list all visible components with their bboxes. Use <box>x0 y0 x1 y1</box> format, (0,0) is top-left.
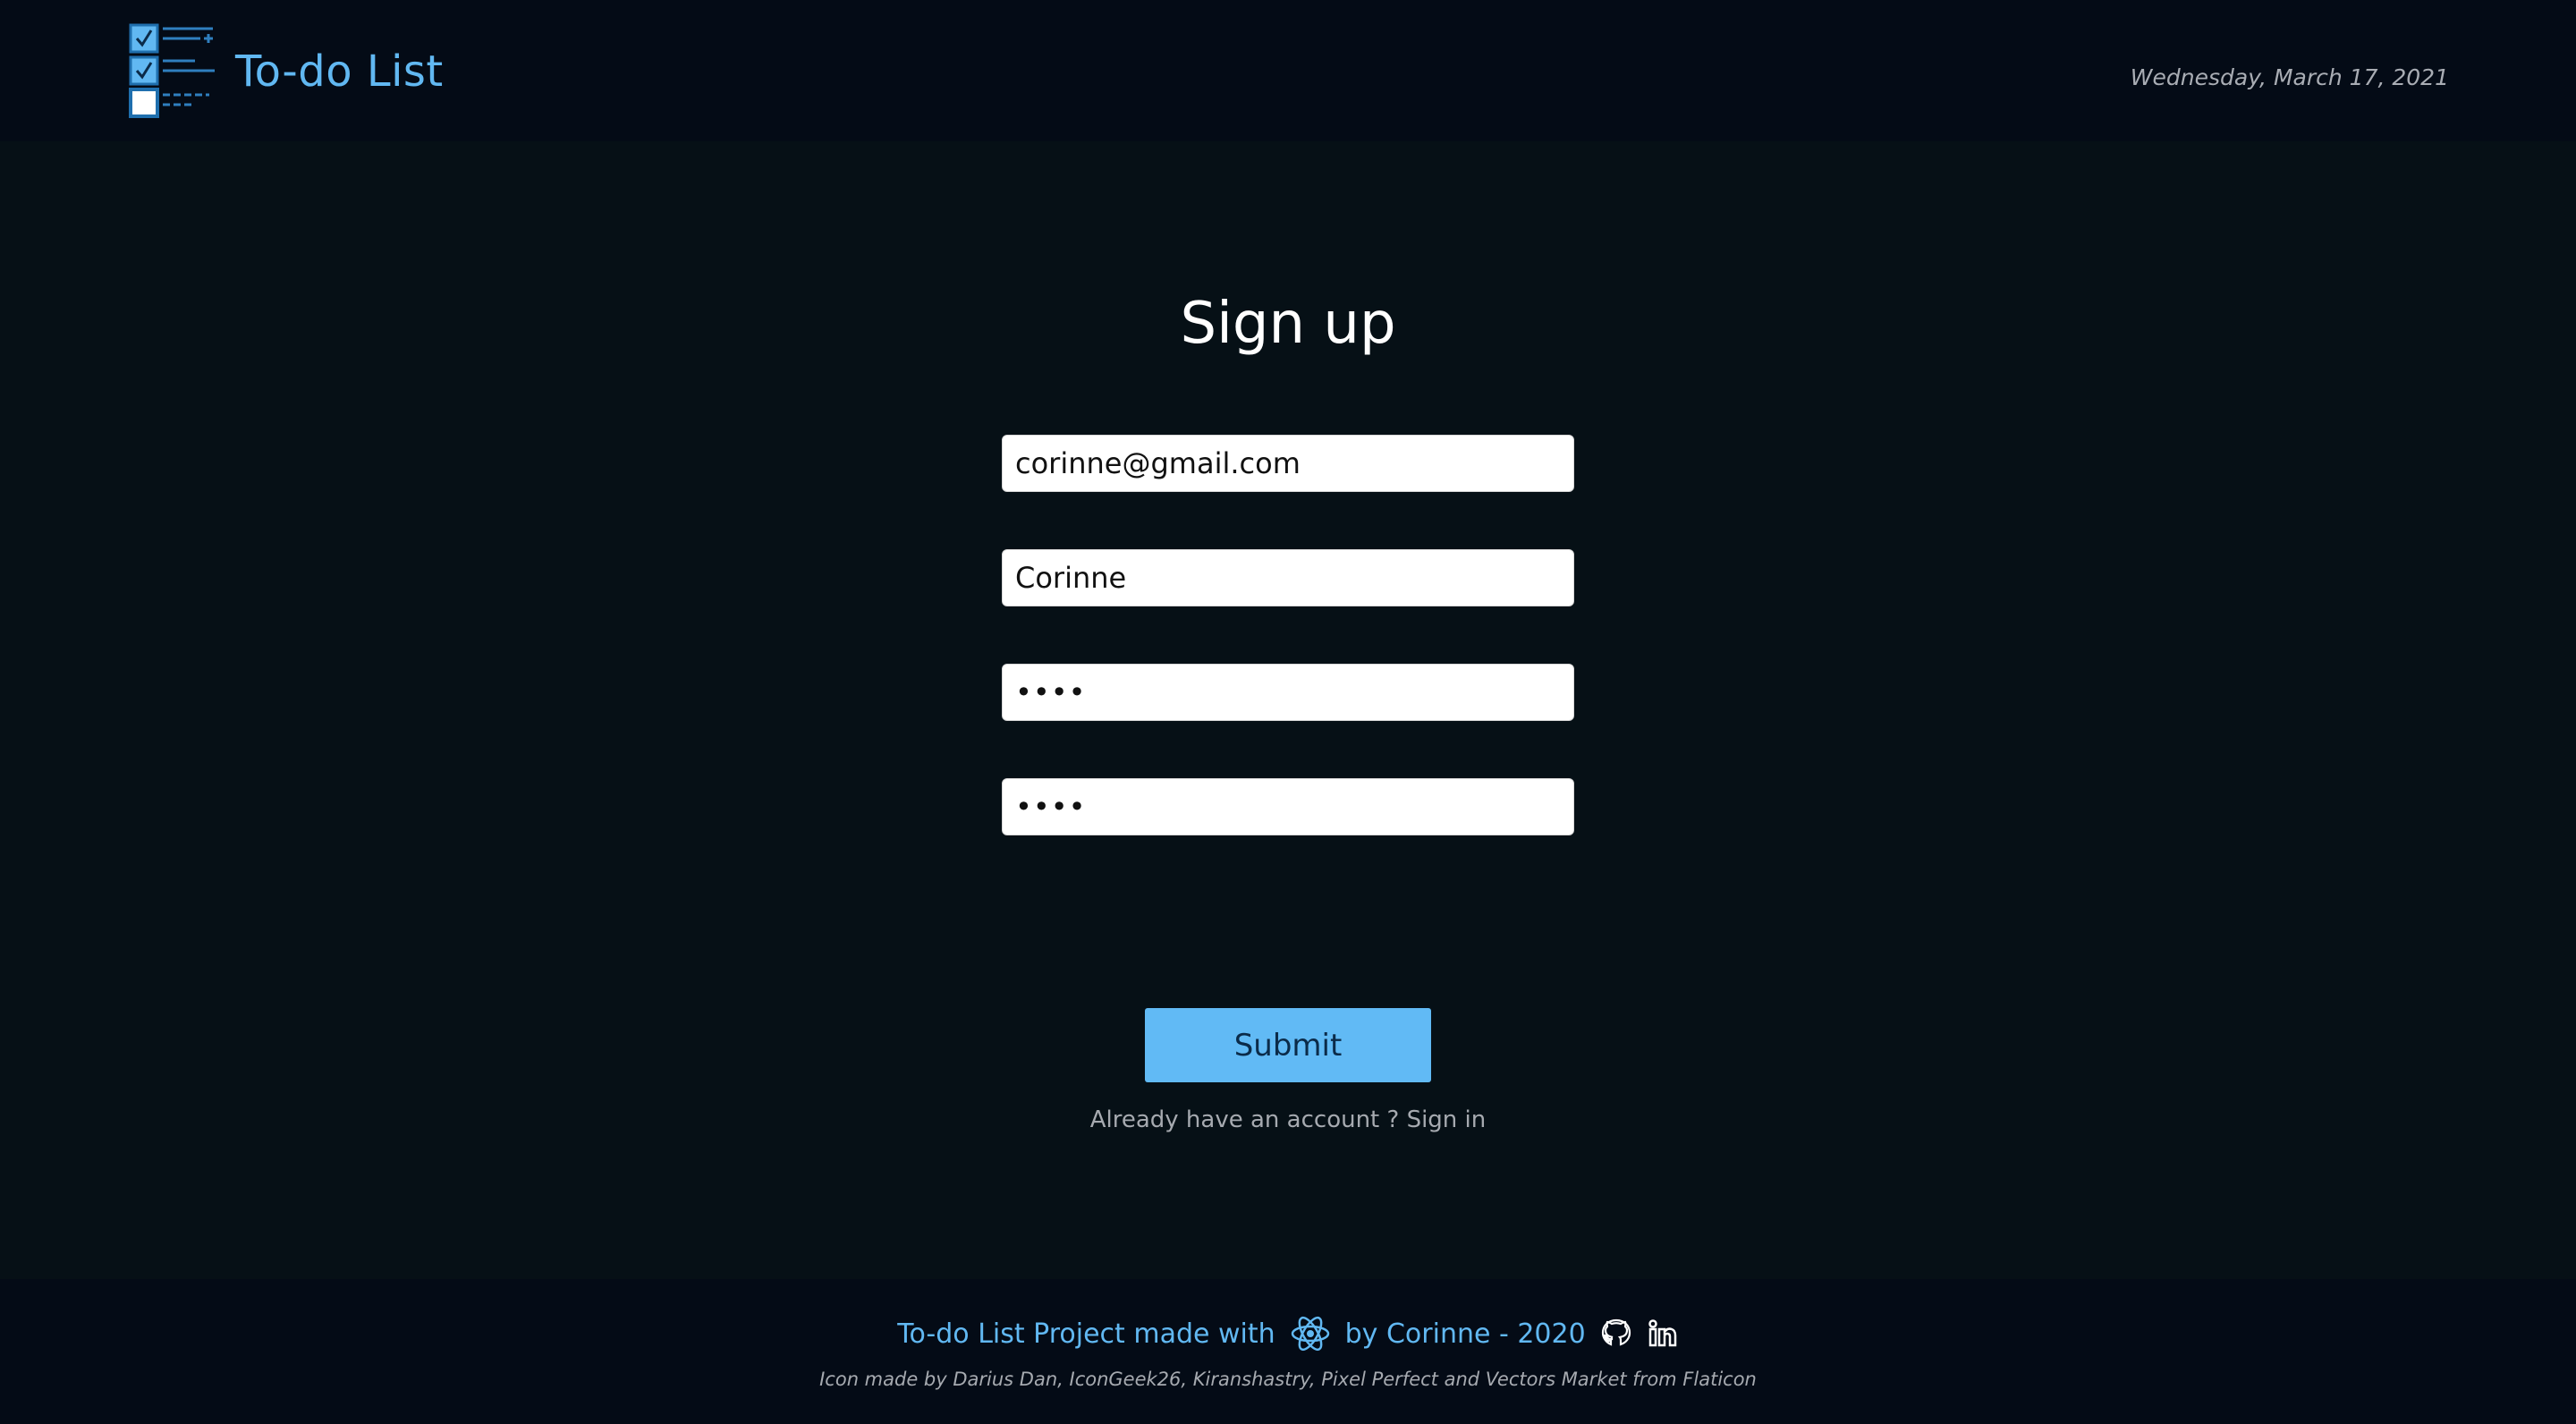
confirm-password-field[interactable] <box>1002 778 1574 835</box>
page-title: Sign up <box>1180 291 1396 357</box>
footer-line: To-do List Project made with by Corinne … <box>0 1315 2576 1352</box>
password-field[interactable] <box>1002 664 1574 721</box>
signin-link[interactable]: Sign in <box>1407 1106 1487 1133</box>
react-icon <box>1290 1315 1331 1352</box>
github-icon[interactable] <box>1600 1318 1632 1350</box>
submit-button[interactable]: Submit <box>1145 1008 1431 1082</box>
header: To-do List Wednesday, March 17, 2021 <box>0 0 2576 141</box>
email-field[interactable] <box>1002 435 1574 492</box>
current-date: Wednesday, March 17, 2021 <box>2130 64 2449 90</box>
checklist-icon <box>129 23 215 118</box>
linkedin-icon[interactable] <box>1647 1318 1679 1350</box>
signin-prompt-text: Already have an account ? <box>1089 1106 1407 1133</box>
name-field[interactable] <box>1002 549 1574 606</box>
app-title: To-do List <box>235 47 444 97</box>
author-text: by Corinne - 2020 <box>1344 1318 1586 1350</box>
made-with-text: To-do List Project made with <box>897 1318 1275 1350</box>
signin-prompt: Already have an account ? Sign in <box>0 1106 2576 1133</box>
icon-credit: Icon made by Darius Dan, IconGeek26, Kir… <box>819 1369 1757 1390</box>
